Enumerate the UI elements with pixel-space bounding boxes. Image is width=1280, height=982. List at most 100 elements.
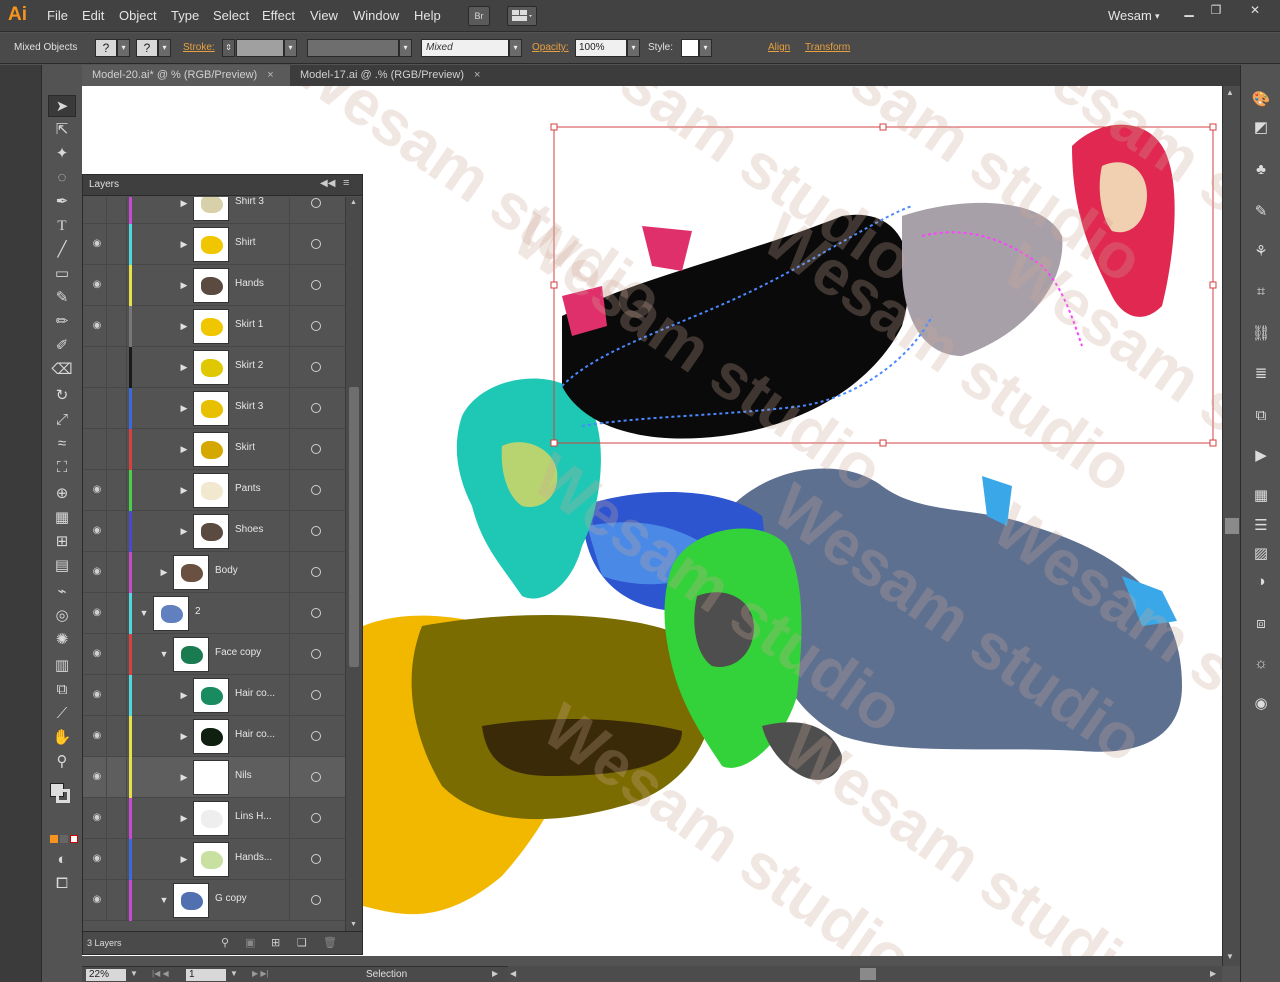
layer-row[interactable]: ◉ ▶ Hair co... bbox=[83, 675, 345, 716]
target-icon[interactable] bbox=[311, 649, 321, 659]
arrange-documents-button[interactable] bbox=[507, 6, 537, 26]
layer-row[interactable]: ◉ ▶ Lins H... bbox=[83, 798, 345, 839]
visibility-toggle[interactable]: ◉ bbox=[83, 798, 107, 839]
delete-layer-icon[interactable]: 🗑 bbox=[323, 936, 337, 949]
free-transform-tool-icon[interactable]: ⛶ bbox=[48, 457, 76, 479]
zoom-tool-icon[interactable]: ⚲ bbox=[48, 751, 76, 773]
menu-view[interactable]: View bbox=[310, 8, 338, 23]
target-icon[interactable] bbox=[311, 198, 321, 208]
menu-object[interactable]: Object bbox=[119, 8, 157, 23]
blob-brush-tool-icon[interactable]: ✐ bbox=[48, 335, 76, 357]
visibility-toggle[interactable]: ◉ bbox=[83, 675, 107, 716]
perspective-grid-tool-icon[interactable]: ▦ bbox=[48, 507, 76, 529]
pathfinder-icon[interactable]: ⧉ bbox=[1249, 405, 1273, 427]
lock-toggle[interactable] bbox=[107, 306, 127, 347]
expand-layer-icon[interactable]: ▶ bbox=[179, 853, 189, 865]
lock-toggle[interactable] bbox=[107, 388, 127, 429]
brush-dropdown[interactable]: ▾ bbox=[509, 39, 522, 57]
lasso-tool-icon[interactable]: ◌ bbox=[48, 167, 76, 189]
target-icon[interactable] bbox=[311, 608, 321, 618]
color-guide-icon[interactable]: ◩ bbox=[1249, 117, 1273, 139]
visibility-toggle[interactable]: ◉ bbox=[83, 757, 107, 798]
fill-dropdown[interactable]: ▾ bbox=[117, 39, 130, 57]
expand-layer-icon[interactable]: ▼ bbox=[159, 648, 169, 660]
symbol-sprayer-tool-icon[interactable]: ✺ bbox=[48, 629, 76, 651]
artboard-tool-icon[interactable]: ⧉ bbox=[48, 679, 76, 701]
layer-row[interactable]: ◉ ▶ Body bbox=[83, 552, 345, 593]
new-layer-icon[interactable]: ❑ bbox=[297, 936, 307, 949]
style-swatch[interactable] bbox=[681, 39, 699, 57]
scroll-up-icon[interactable]: ▲ bbox=[1226, 88, 1234, 97]
menu-file[interactable]: File bbox=[47, 8, 68, 23]
horizontal-scroll-thumb[interactable] bbox=[860, 968, 876, 980]
visibility-toggle[interactable]: ◉ bbox=[83, 880, 107, 921]
tab-model-20[interactable]: Model-20.ai* @ % (RGB/Preview) × bbox=[82, 65, 290, 86]
layer-name[interactable]: Hands bbox=[235, 278, 264, 289]
zoom-dropdown-icon[interactable]: ▼ bbox=[130, 969, 138, 978]
target-icon[interactable] bbox=[311, 321, 321, 331]
target-icon[interactable] bbox=[311, 772, 321, 782]
graphic-styles-icon[interactable]: ⌗ bbox=[1249, 281, 1273, 303]
slice-tool-icon[interactable]: ⟋ bbox=[48, 703, 76, 725]
magic-wand-tool-icon[interactable]: ✦ bbox=[48, 143, 76, 165]
target-icon[interactable] bbox=[311, 444, 321, 454]
line-tool-icon[interactable]: ╱ bbox=[48, 239, 76, 261]
layer-row[interactable]: ◉ ▶ Hair co... bbox=[83, 716, 345, 757]
expand-layer-icon[interactable]: ▶ bbox=[179, 320, 189, 332]
lock-toggle[interactable] bbox=[107, 552, 127, 593]
brushes-icon[interactable]: ✎ bbox=[1249, 201, 1273, 223]
width-tool-icon[interactable]: ≈ bbox=[48, 433, 76, 455]
target-icon[interactable] bbox=[311, 731, 321, 741]
lock-toggle[interactable] bbox=[107, 880, 127, 921]
links-icon[interactable]: ⛓ bbox=[1249, 323, 1273, 345]
visibility-toggle[interactable] bbox=[83, 347, 107, 388]
canvas-horizontal-scrollbar[interactable]: ◀ ▶ bbox=[508, 966, 1222, 982]
expand-layer-icon[interactable]: ▼ bbox=[159, 894, 169, 906]
layer-row[interactable]: ▶ Skirt bbox=[83, 429, 345, 470]
shape-builder-tool-icon[interactable]: ⊕ bbox=[48, 483, 76, 505]
visibility-toggle[interactable]: ◉ bbox=[83, 306, 107, 347]
expand-layer-icon[interactable]: ▶ bbox=[179, 689, 189, 701]
layer-name[interactable]: Nils bbox=[235, 770, 252, 781]
opacity-dropdown[interactable]: ▾ bbox=[627, 39, 640, 57]
lock-toggle[interactable] bbox=[107, 757, 127, 798]
expand-layer-icon[interactable]: ▶ bbox=[159, 566, 169, 578]
visibility-toggle[interactable] bbox=[83, 429, 107, 470]
lock-toggle[interactable] bbox=[107, 224, 127, 265]
expand-layer-icon[interactable]: ▶ bbox=[179, 238, 189, 250]
locate-object-icon[interactable]: ⚲ bbox=[221, 936, 229, 949]
variable-width-field[interactable] bbox=[307, 39, 399, 57]
layer-row[interactable]: ◉ ▶ Pants bbox=[83, 470, 345, 511]
eyedropper-tool-icon[interactable]: ⌁ bbox=[48, 581, 76, 603]
lock-toggle[interactable] bbox=[107, 798, 127, 839]
column-graph-tool-icon[interactable]: ▥ bbox=[48, 655, 76, 677]
lock-toggle[interactable] bbox=[107, 429, 127, 470]
expand-layer-icon[interactable]: ▶ bbox=[179, 484, 189, 496]
bridge-button[interactable]: Br bbox=[468, 6, 490, 26]
target-icon[interactable] bbox=[311, 526, 321, 536]
stroke-link[interactable]: Stroke: bbox=[183, 42, 215, 53]
lock-toggle[interactable] bbox=[107, 675, 127, 716]
layer-row[interactable]: ▶ Skirt 3 bbox=[83, 388, 345, 429]
expand-layer-icon[interactable]: ▼ bbox=[139, 607, 149, 619]
collapse-panel-icon[interactable]: ◀◀ bbox=[320, 178, 335, 189]
draw-mode-icon[interactable]: ◐ bbox=[48, 849, 76, 871]
lock-toggle[interactable] bbox=[107, 634, 127, 675]
layer-name[interactable]: Pants bbox=[235, 483, 261, 494]
visibility-toggle[interactable]: ◉ bbox=[83, 716, 107, 757]
gradient-tool-icon[interactable]: ▤ bbox=[48, 555, 76, 577]
scale-tool-icon[interactable]: ⤢ bbox=[48, 409, 76, 431]
panel-menu-icon[interactable]: ≡ bbox=[343, 177, 349, 189]
variable-width-dropdown[interactable]: ▾ bbox=[399, 39, 412, 57]
expand-layer-icon[interactable]: ▶ bbox=[179, 812, 189, 824]
layer-name[interactable]: Shirt bbox=[235, 237, 256, 248]
transform-link[interactable]: Transform bbox=[805, 42, 850, 53]
layer-name[interactable]: Body bbox=[215, 565, 238, 576]
layer-name[interactable]: Lins H... bbox=[235, 811, 272, 822]
layer-row[interactable]: ◉ ▼ 2 bbox=[83, 593, 345, 634]
visibility-toggle[interactable] bbox=[83, 197, 107, 224]
gradient-panel-icon[interactable]: ▨ bbox=[1249, 543, 1273, 565]
rectangle-tool-icon[interactable]: ▭ bbox=[48, 263, 76, 285]
paintbrush-tool-icon[interactable]: ✎ bbox=[48, 287, 76, 309]
gradient-mode-icon[interactable] bbox=[60, 835, 68, 843]
